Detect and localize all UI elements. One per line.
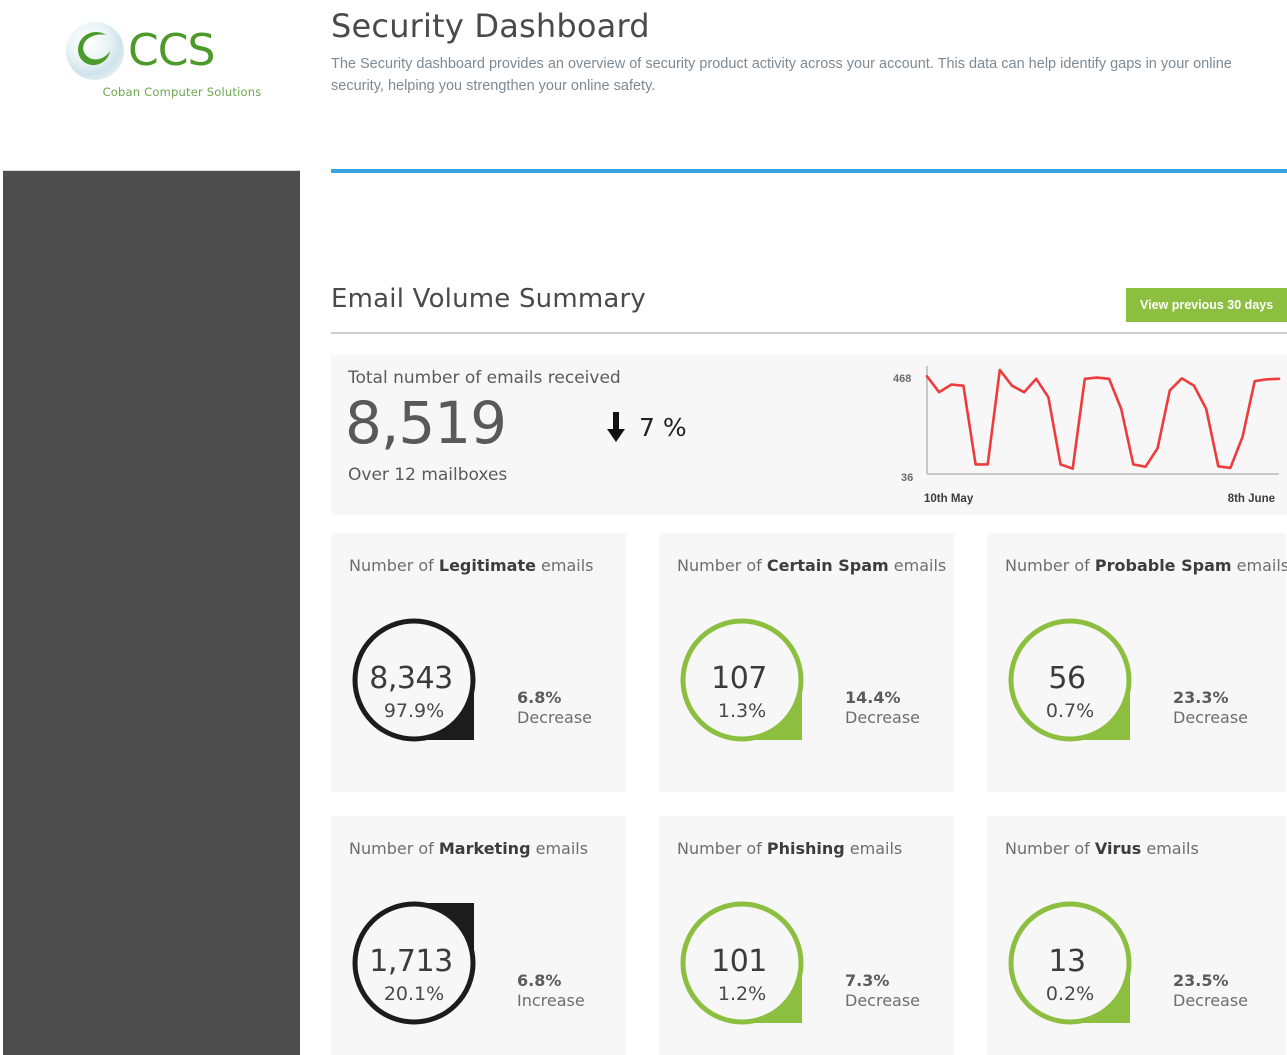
card-title-category: Marketing: [438, 839, 531, 858]
donut-chart: 8,343 97.9%: [351, 617, 486, 757]
card-title-category: Certain Spam: [766, 556, 889, 575]
card-delta: 7.3% Decrease: [845, 971, 920, 1010]
card-delta-direction: Increase: [517, 990, 585, 1010]
brand-logo[interactable]: CCS Coban Computer Solutions: [66, 22, 306, 104]
card-marketing[interactable]: Number of Marketing emails 1,713 20.1% 6.8%…: [331, 816, 626, 1055]
donut-value: 8,343: [369, 661, 453, 696]
summary-mailboxes: Over 12 mailboxes: [348, 465, 508, 485]
donut-share-pct: 97.9%: [383, 700, 445, 722]
donut-value: 1,713: [369, 944, 453, 979]
sparkline-svg: [925, 366, 1281, 475]
card-title: Number of Virus emails: [1005, 839, 1199, 858]
ccs-swoosh-logo-icon: [66, 22, 124, 80]
security-dashboard-page: CCS Coban Computer Solutions Security Da…: [0, 0, 1287, 1055]
card-delta-pct: 6.8%: [517, 971, 562, 990]
donut-share-pct: 20.1%: [383, 983, 445, 1005]
logo-wordmark: CCS: [128, 25, 215, 76]
card-title: Number of Marketing emails: [349, 839, 588, 858]
card-title-suffix: emails: [844, 839, 903, 858]
card-delta-direction: Decrease: [517, 707, 593, 727]
donut-chart: 56 0.7%: [1007, 617, 1142, 757]
sparkline-ymin-label: 36: [901, 472, 914, 484]
card-delta-pct: 7.3%: [845, 971, 890, 990]
card-title-prefix: Number of: [677, 839, 767, 858]
email-category-cards: Number of Legitimate emails 8,343 97.9% 6.8…: [331, 533, 1287, 1055]
section-divider: [331, 332, 1287, 334]
donut-share-pct: 1.2%: [717, 983, 767, 1005]
card-delta-pct: 23.5%: [1173, 971, 1229, 990]
card-title-category: Legitimate: [438, 556, 536, 575]
donut-chart: 13 0.2%: [1007, 900, 1142, 1040]
left-sidebar-panel: [3, 170, 300, 1055]
card-delta: 23.3% Decrease: [1173, 688, 1248, 727]
email-volume-summary-panel: Total number of emails received 8,519 Ov…: [331, 355, 1287, 515]
card-title-prefix: Number of: [349, 556, 439, 575]
card-title-category: Virus: [1094, 839, 1142, 858]
card-delta-pct: 6.8%: [517, 688, 562, 707]
card-delta: 14.4% Decrease: [845, 688, 920, 727]
donut-chart: 1,713 20.1%: [351, 900, 486, 1040]
page-header: Security Dashboard The Security dashboar…: [331, 6, 1281, 98]
card-virus[interactable]: Number of Virus emails 13 0.2% 23.5% Decreas…: [987, 816, 1286, 1055]
view-previous-30-days-button[interactable]: View previous 30 days: [1126, 288, 1287, 322]
card-title-suffix: emails: [1231, 556, 1287, 575]
card-delta: 23.5% Decrease: [1173, 971, 1248, 1010]
card-title-prefix: Number of: [1005, 556, 1095, 575]
card-title-suffix: emails: [530, 839, 589, 858]
summary-change-pct: 7 %: [639, 412, 687, 442]
summary-label: Total number of emails received: [348, 368, 621, 388]
sparkline-ymax-label: 468: [893, 373, 912, 385]
sparkline-xstart-label: 10th May: [924, 493, 974, 505]
logo-tagline: Coban Computer Solutions: [102, 85, 262, 99]
donut-chart: 107 1.3%: [679, 617, 814, 757]
donut-value: 101: [711, 944, 767, 979]
card-title-category: Phishing: [766, 839, 845, 858]
sparkline-xend-label: 8th June: [1227, 493, 1275, 505]
section-title: Email Volume Summary: [331, 284, 647, 314]
accent-divider: [331, 169, 1287, 173]
arrow-down-icon: [607, 412, 625, 442]
card-delta: 6.8% Increase: [517, 971, 585, 1010]
card-title: Number of Certain Spam emails: [677, 556, 946, 575]
card-title-prefix: Number of: [1005, 839, 1095, 858]
summary-total-value: 8,519: [345, 389, 507, 457]
page-title: Security Dashboard: [331, 7, 650, 45]
card-delta: 6.8% Decrease: [517, 688, 592, 727]
card-phishing[interactable]: Number of Phishing emails 101 1.2% 7.3% Decr…: [659, 816, 954, 1055]
donut-share-pct: 0.7%: [1045, 700, 1095, 722]
card-title-suffix: emails: [1141, 839, 1199, 858]
card-delta-direction: Decrease: [1173, 990, 1249, 1010]
card-title-category: Probable Spam: [1094, 556, 1232, 575]
logo-row: CCS: [66, 22, 306, 80]
card-title: Number of Probable Spam emails: [1005, 556, 1287, 575]
summary-change: 7 %: [607, 412, 687, 442]
card-delta-direction: Decrease: [845, 990, 921, 1010]
card-delta-direction: Decrease: [845, 707, 921, 727]
card-title: Number of Phishing emails: [677, 839, 902, 858]
card-row-2: Number of Marketing emails 1,713 20.1% 6.8%…: [331, 816, 1287, 1055]
donut-share-pct: 0.2%: [1045, 983, 1095, 1005]
donut-value: 107: [711, 661, 767, 696]
card-title-suffix: emails: [535, 556, 594, 575]
email-volume-sparkline: 468 36 10th May 8th June: [891, 360, 1281, 510]
donut-chart: 101 1.2%: [679, 900, 814, 1040]
card-title-suffix: emails: [888, 556, 947, 575]
card-delta-direction: Decrease: [1173, 707, 1249, 727]
page-description: The Security dashboard provides an overv…: [331, 56, 1232, 95]
donut-share-pct: 1.3%: [717, 700, 767, 722]
card-title-prefix: Number of: [677, 556, 767, 575]
card-title-prefix: Number of: [349, 839, 439, 858]
card-row-1: Number of Legitimate emails 8,343 97.9% 6.8…: [331, 533, 1287, 792]
donut-value: 13: [1048, 944, 1086, 979]
card-certain-spam[interactable]: Number of Certain Spam emails 107 1.3% 14.4…: [659, 533, 954, 792]
card-probable-spam[interactable]: Number of Probable Spam emails 56 0.7% 23.3…: [987, 533, 1287, 792]
card-title: Number of Legitimate emails: [349, 556, 594, 575]
card-delta-pct: 23.3%: [1173, 688, 1229, 707]
card-legitimate[interactable]: Number of Legitimate emails 8,343 97.9% 6.8…: [331, 533, 626, 792]
donut-value: 56: [1048, 661, 1086, 696]
swoosh-glyph-icon: [78, 32, 110, 66]
card-delta-pct: 14.4%: [845, 688, 901, 707]
